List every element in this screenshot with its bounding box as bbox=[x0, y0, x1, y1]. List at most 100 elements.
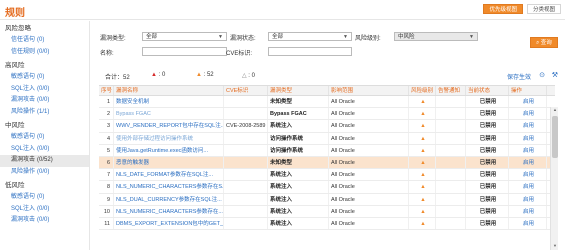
impact-scope: All Oracle bbox=[329, 108, 409, 120]
alert-notify bbox=[436, 205, 466, 217]
vuln-name-link[interactable]: NLS_NUMERIC_CHARACTERS参数存在S... bbox=[114, 181, 224, 193]
enable-link[interactable]: 启用 bbox=[509, 205, 547, 217]
current-status: 已禁用 bbox=[466, 181, 509, 193]
table-row[interactable]: 5 使用Java.getRuntime.exec函数访问... 访问操作系统 All … bbox=[99, 144, 555, 157]
sidebar-item-count: (0) bbox=[37, 74, 45, 80]
sidebar-item-count: (1/1) bbox=[37, 108, 50, 115]
sidebar-item-low-vuln-attack[interactable]: 漏洞攻击 (0/0) bbox=[0, 215, 89, 227]
vuln-name-link[interactable]: NLS_NUMERIC_CHARACTERS参数存在... bbox=[114, 205, 224, 217]
sidebar-item-high-sensitive[interactable]: 敏感语句 (0) bbox=[0, 72, 89, 84]
vuln-type: 系统注入 bbox=[268, 181, 329, 193]
tab-category-view[interactable]: 分类视图 bbox=[526, 4, 561, 14]
table-row[interactable]: 3 WWV_RENDER_REPORT包中存在SQL注... CVE-2008-25… bbox=[99, 120, 555, 133]
query-button[interactable]: ⌕ 查询 bbox=[530, 37, 558, 48]
save-apply-link[interactable]: 保存生效 bbox=[507, 72, 531, 81]
sidebar-item-low-sql-injection[interactable]: SQL注入 (0/0) bbox=[0, 204, 89, 216]
mid-risk-icon: ▲ bbox=[409, 193, 436, 205]
cve-input[interactable] bbox=[268, 47, 352, 56]
row-number: 9 bbox=[99, 193, 114, 205]
impact-scope: All Oracle bbox=[329, 193, 409, 205]
sidebar-item-mid-sql-injection[interactable]: SQL注入 (0/0) bbox=[0, 144, 89, 156]
sidebar-item-label: SQL注入 bbox=[11, 85, 36, 92]
group-title-risk-ignore: 风险忽略 bbox=[5, 25, 31, 32]
mid-risk-icon: ▲ bbox=[409, 217, 436, 230]
summary-bar: 合计：52 ▲ : 0 ▲ : 52 △ : 0 保存生效 ⊙ ⚒ bbox=[99, 70, 563, 82]
current-status: 已禁用 bbox=[466, 132, 509, 144]
impact-scope: All Oracle bbox=[329, 217, 409, 230]
row-number: 8 bbox=[99, 181, 114, 193]
sidebar-item-low-sensitive[interactable]: 敏感语句 (0) bbox=[0, 192, 89, 204]
risk-level-value: 中风险 bbox=[398, 34, 415, 40]
table-row[interactable]: 10 NLS_NUMERIC_CHARACTERS参数存在... 系统注入 All O… bbox=[99, 205, 555, 218]
scroll-down-icon[interactable]: ▼ bbox=[551, 243, 559, 250]
wrench-icon[interactable]: ⚒ bbox=[552, 71, 558, 79]
mid-risk-count: ▲ : 52 bbox=[196, 72, 214, 78]
sidebar-item-high-sql-injection[interactable]: SQL注入 (0/0) bbox=[0, 84, 89, 96]
settings-icon[interactable]: ⊙ bbox=[539, 71, 545, 79]
col-header-status: 当前状态 bbox=[466, 86, 509, 95]
enable-link[interactable]: 启用 bbox=[509, 144, 547, 156]
impact-scope: All Oracle bbox=[329, 181, 409, 193]
table-row[interactable]: 9 NLS_DUAL_CURRENCY参数存在SQL注... 系统注入 All Ora… bbox=[99, 193, 555, 206]
enable-link[interactable]: 启用 bbox=[509, 120, 547, 132]
sidebar-item-high-risk-op[interactable]: 风险操作 (1/1) bbox=[0, 107, 89, 119]
table-row[interactable]: 1 数据安全机制 未知类型 All Oracle ▲ 已禁用 启用 bbox=[99, 96, 555, 109]
mid-risk-icon: ▲ bbox=[409, 181, 436, 193]
table-row[interactable]: 2 Bypass FGAC Bypass FGAC All Oracle ▲ 已禁用 启用 bbox=[99, 108, 555, 121]
table-row[interactable]: 11 DBMS_EXPORT_EXTENSION包中的GET_... 系统注入 All… bbox=[99, 217, 555, 231]
row-number: 10 bbox=[99, 205, 114, 217]
group-title-high-risk: 高风险 bbox=[5, 62, 25, 69]
vuln-name-link[interactable]: NLS_DATE_FORMAT参数存在SQL注... bbox=[114, 169, 224, 181]
sidebar-item-mid-risk-op[interactable]: 风险操作 (0/0) bbox=[0, 167, 89, 179]
enable-link[interactable]: 启用 bbox=[509, 96, 547, 108]
vuln-name-link[interactable]: 恶意的触发器 bbox=[114, 156, 224, 169]
sidebar-item-mid-vuln-attack[interactable]: 漏洞攻击 (0/52) bbox=[0, 155, 89, 167]
vuln-name-link[interactable]: 数据安全机制 bbox=[114, 96, 224, 108]
enable-link[interactable]: 启用 bbox=[509, 217, 547, 230]
table-scrollbar[interactable]: ▲ ▼ bbox=[550, 107, 558, 250]
vuln-status-value: 全部 bbox=[272, 34, 284, 40]
vuln-name-link[interactable]: 使用外部存储过程访问操作系统 bbox=[114, 132, 224, 144]
scroll-up-icon[interactable]: ▲ bbox=[551, 107, 559, 114]
enable-link[interactable]: 启用 bbox=[509, 169, 547, 181]
cve-id bbox=[224, 132, 268, 144]
enable-link[interactable]: 启用 bbox=[509, 156, 547, 169]
table-row[interactable]: 6 恶意的触发器 未知类型 All Oracle ▲ 已禁用 启用 bbox=[99, 156, 555, 170]
sidebar-item-label: 漏洞攻击 bbox=[11, 157, 36, 163]
tab-priority-view[interactable]: 优先级视图 bbox=[483, 4, 523, 14]
vuln-status-select[interactable]: 全部 ▼ bbox=[268, 32, 352, 41]
mid-risk-value: 52 bbox=[206, 72, 214, 78]
table-row[interactable]: 7 NLS_DATE_FORMAT参数存在SQL注... 系统注入 All Oracl… bbox=[99, 169, 555, 182]
sidebar-item-high-vuln-attack[interactable]: 漏洞攻击 (0/0) bbox=[0, 95, 89, 107]
vuln-name-link[interactable]: 使用Java.getRuntime.exec函数访问... bbox=[114, 144, 224, 156]
sidebar-item-trust-statement[interactable]: 信任语句 (0) bbox=[0, 35, 89, 47]
vuln-name-link[interactable]: DBMS_EXPORT_EXTENSION包中的GET_... bbox=[114, 217, 224, 230]
sidebar-item-trust-rule[interactable]: 信任规则 (0/0) bbox=[0, 47, 89, 59]
enable-link[interactable]: 启用 bbox=[509, 193, 547, 205]
vuln-type: 系统注入 bbox=[268, 120, 329, 132]
scroll-thumb[interactable] bbox=[552, 116, 558, 158]
name-input[interactable] bbox=[142, 47, 227, 56]
sidebar-item-count: (0/52) bbox=[37, 157, 53, 163]
col-header-risk: 风险级别 bbox=[409, 86, 436, 95]
enable-link[interactable]: 启用 bbox=[509, 108, 547, 120]
vuln-name-link[interactable]: Bypass FGAC bbox=[114, 108, 224, 120]
enable-link[interactable]: 启用 bbox=[509, 181, 547, 193]
table-row[interactable]: 8 NLS_NUMERIC_CHARACTERS参数存在S... 系统注入 All O… bbox=[99, 181, 555, 194]
sidebar-item-label: 风险操作 bbox=[11, 108, 36, 115]
row-number: 6 bbox=[99, 156, 114, 169]
sidebar-item-mid-sensitive[interactable]: 敏感语句 (0) bbox=[0, 132, 89, 144]
sidebar-item-count: (0/0) bbox=[37, 205, 50, 212]
alert-notify bbox=[436, 144, 466, 156]
vuln-type-select[interactable]: 全部 ▼ bbox=[142, 32, 227, 41]
vuln-name-link[interactable]: NLS_DUAL_CURRENCY参数存在SQL注... bbox=[114, 193, 224, 205]
table-row[interactable]: 4 使用外部存储过程访问操作系统 访问操作系统 All Oracle ▲ 已禁用 启用 bbox=[99, 132, 555, 145]
vuln-name-link[interactable]: WWV_RENDER_REPORT包中存在SQL注... bbox=[114, 120, 224, 132]
enable-link[interactable]: 启用 bbox=[509, 132, 547, 144]
vuln-type: 系统注入 bbox=[268, 217, 329, 230]
risk-level-select[interactable]: 中风险 ▼ bbox=[394, 32, 478, 41]
mid-risk-icon: ▲ bbox=[409, 108, 436, 120]
vuln-status-label: 漏洞状态: bbox=[230, 36, 256, 42]
high-risk-value: 0 bbox=[161, 72, 166, 78]
vuln-type: 系统注入 bbox=[268, 169, 329, 181]
